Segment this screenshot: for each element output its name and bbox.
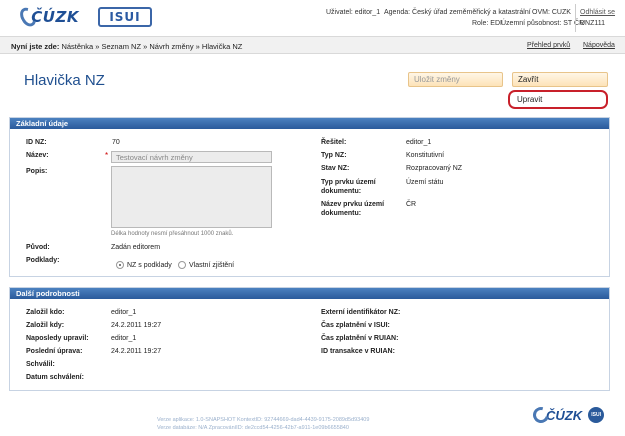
element-name-value: ČR [406,201,417,208]
ovm: OVM: CUZK [532,9,571,16]
last-editor-value: editor_1 [111,335,137,342]
save-changes-button[interactable]: Uložit změny [408,72,503,87]
basic-info-panel: Základní údaje ID NZ: 70 Název: * Testov… [9,117,610,277]
basic-info-heading: Základní údaje [10,118,609,129]
description-hint: Délka hodnoty nesmí přesáhnout 1000 znak… [111,231,234,237]
cuzk-logo[interactable]: ČÚZK [16,4,79,30]
name-input[interactable]: Testovací návrh změny [111,151,272,163]
app-version: Verze aplikace: 1.0-SNAPSHOT KontextID: … [157,417,370,423]
isui-badge-icon: ISUI [588,407,605,423]
element-type-value: Území státu [406,179,444,186]
page-title: Hlavička NZ [24,72,105,89]
radio-icon [178,261,186,269]
origin-value: Zadán editorem [111,244,161,251]
radio-selected-icon [116,261,124,269]
details-panel: Další podrobnosti Založil kdo: editor_1 … [9,287,610,391]
close-dropdown-menu: Upravit [508,90,608,109]
radio-own-finding[interactable]: Vlastní zjištění [178,261,234,269]
radio-with-documents[interactable]: NZ s podklady [116,261,172,269]
db-version: Verze databáze: N/A ZpracováníID: de2ccd… [157,425,349,431]
isui-logo[interactable]: ISUI [98,7,152,27]
id-value: 70 [112,139,120,146]
user-name: Uživatel: editor_1 [326,9,381,16]
logout-link[interactable]: Odhlásit se [580,9,615,16]
footer-logo: ČÚZK ISUI [530,404,613,426]
last-edit-value: 24.2.2011 19:27 [111,348,162,355]
breadcrumb-path[interactable]: Nástěnka » Seznam NZ » Návrh změny » Hla… [61,42,242,51]
type-value: Konstitutivní [406,152,445,159]
edit-menu-item[interactable]: Upravit [517,95,542,104]
territorial-scope: Územní působnost: ST ČR [501,20,585,27]
created-by-value: editor_1 [111,309,137,316]
solver-value: editor_1 [406,139,432,146]
header-divider [575,4,576,32]
required-marker: * [105,151,109,160]
breadcrumb-bar: Nyní jste zde: Nástěnka » Seznam NZ » Ná… [0,36,625,54]
details-heading: Další podrobnosti [10,288,609,299]
help-link[interactable]: Nápověda [583,42,615,49]
state-value: Rozpracovaný NZ [406,165,463,172]
agenda: Agenda: Český úřad zeměměřický a katastr… [384,9,531,16]
screen-code: UNZ111 [580,20,606,27]
app-header: ČÚZK ISUI Uživatel: editor_1 Agenda: Čes… [0,0,625,36]
overview-link[interactable]: Přehled prvků [527,42,570,49]
role: Role: EDI [472,20,502,27]
breadcrumb: Nyní jste zde: Nástěnka » Seznam NZ » Ná… [11,42,243,51]
close-button[interactable]: Zavřít [512,72,608,87]
created-at-value: 24.2.2011 19:27 [111,322,162,329]
description-textarea[interactable] [111,166,272,228]
